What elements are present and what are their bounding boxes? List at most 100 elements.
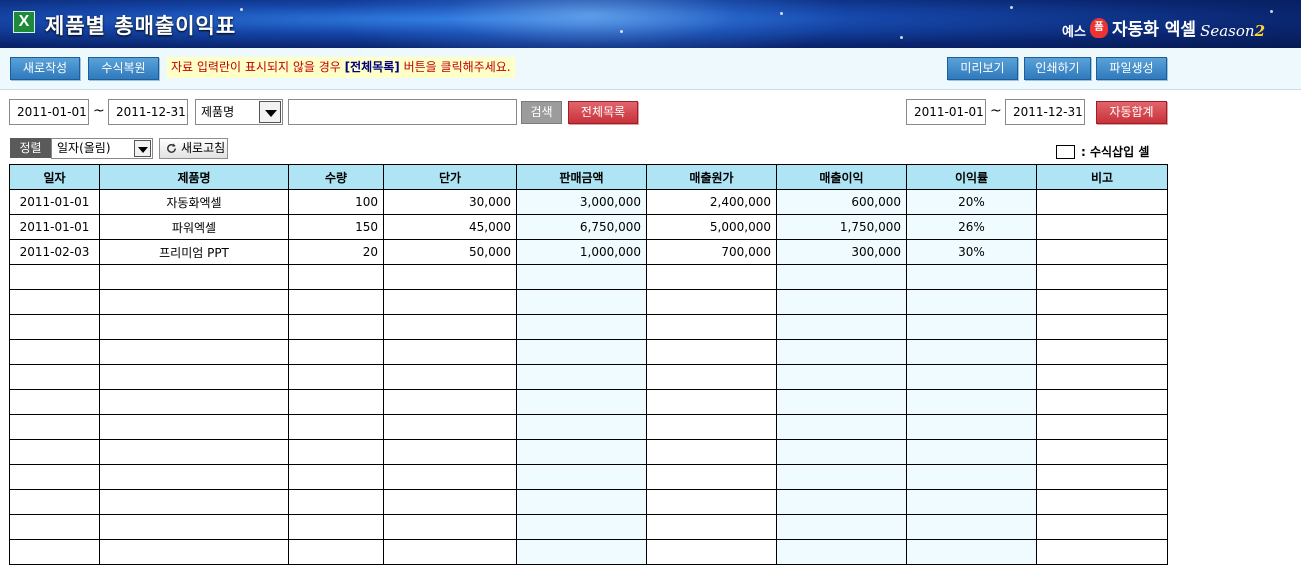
cell-cost[interactable]: [646, 314, 777, 340]
chevron-down-icon[interactable]: [134, 140, 151, 157]
cell-sales-amount[interactable]: [516, 539, 647, 565]
cell-quantity[interactable]: 150: [288, 214, 384, 240]
cell-date[interactable]: [9, 389, 100, 415]
cell-margin[interactable]: [906, 439, 1037, 465]
cell-cost[interactable]: 700,000: [646, 239, 777, 265]
column-header-margin[interactable]: 이익률: [906, 164, 1037, 190]
cell-margin[interactable]: 26%: [906, 214, 1037, 240]
cell-note[interactable]: [1036, 289, 1168, 315]
cell-margin[interactable]: [906, 364, 1037, 390]
cell-date[interactable]: [9, 539, 100, 565]
cell-unit-price[interactable]: [383, 264, 517, 290]
cell-cost[interactable]: [646, 339, 777, 365]
cell-unit-price[interactable]: 45,000: [383, 214, 517, 240]
cell-note[interactable]: [1036, 514, 1168, 540]
cell-product[interactable]: 프리미엄 PPT: [99, 239, 289, 265]
cell-note[interactable]: [1036, 214, 1168, 240]
column-header-quantity[interactable]: 수량: [288, 164, 384, 190]
cell-cost[interactable]: [646, 264, 777, 290]
cell-product[interactable]: [99, 464, 289, 490]
cell-product[interactable]: [99, 489, 289, 515]
cell-product[interactable]: [99, 289, 289, 315]
cell-date[interactable]: 2011-02-03: [9, 239, 100, 265]
cell-quantity[interactable]: [288, 264, 384, 290]
cell-date[interactable]: [9, 514, 100, 540]
cell-quantity[interactable]: [288, 389, 384, 415]
search-input[interactable]: [288, 99, 517, 125]
cell-sales-amount[interactable]: 1,000,000: [516, 239, 647, 265]
cell-quantity[interactable]: 100: [288, 189, 384, 215]
cell-quantity[interactable]: [288, 539, 384, 565]
cell-margin[interactable]: [906, 389, 1037, 415]
cell-cost[interactable]: 5,000,000: [646, 214, 777, 240]
cell-sales-amount[interactable]: [516, 314, 647, 340]
cell-profit[interactable]: [776, 439, 907, 465]
cell-margin[interactable]: [906, 464, 1037, 490]
cell-cost[interactable]: [646, 539, 777, 565]
cell-date[interactable]: [9, 414, 100, 440]
cell-margin[interactable]: [906, 489, 1037, 515]
cell-cost[interactable]: [646, 489, 777, 515]
cell-note[interactable]: [1036, 189, 1168, 215]
cell-quantity[interactable]: [288, 514, 384, 540]
cell-profit[interactable]: 300,000: [776, 239, 907, 265]
cell-note[interactable]: [1036, 364, 1168, 390]
cell-profit[interactable]: [776, 289, 907, 315]
sum-date-to-field[interactable]: 2011-12-31: [1005, 99, 1085, 125]
cell-product[interactable]: [99, 389, 289, 415]
cell-cost[interactable]: [646, 439, 777, 465]
cell-cost[interactable]: [646, 364, 777, 390]
cell-quantity[interactable]: [288, 489, 384, 515]
cell-product[interactable]: [99, 514, 289, 540]
cell-unit-price[interactable]: [383, 439, 517, 465]
cell-date[interactable]: [9, 489, 100, 515]
cell-profit[interactable]: [776, 314, 907, 340]
cell-date[interactable]: [9, 314, 100, 340]
cell-profit[interactable]: [776, 264, 907, 290]
cell-product[interactable]: [99, 264, 289, 290]
preview-button[interactable]: 미리보기: [947, 57, 1018, 80]
column-header-profit[interactable]: 매출이익: [776, 164, 907, 190]
cell-margin[interactable]: [906, 539, 1037, 565]
cell-margin[interactable]: [906, 414, 1037, 440]
cell-sales-amount[interactable]: [516, 464, 647, 490]
cell-unit-price[interactable]: [383, 414, 517, 440]
cell-unit-price[interactable]: 30,000: [383, 189, 517, 215]
cell-date[interactable]: [9, 339, 100, 365]
cell-sales-amount[interactable]: 3,000,000: [516, 189, 647, 215]
cell-sales-amount[interactable]: [516, 264, 647, 290]
cell-quantity[interactable]: [288, 314, 384, 340]
restore-formula-button[interactable]: 수식복원: [88, 57, 159, 80]
date-to-field[interactable]: 2011-12-31: [108, 99, 188, 125]
cell-unit-price[interactable]: [383, 489, 517, 515]
refresh-button[interactable]: 새로고침: [159, 138, 228, 159]
cell-date[interactable]: [9, 464, 100, 490]
cell-profit[interactable]: [776, 539, 907, 565]
cell-sales-amount[interactable]: [516, 514, 647, 540]
cell-unit-price[interactable]: [383, 364, 517, 390]
cell-note[interactable]: [1036, 439, 1168, 465]
cell-margin[interactable]: [906, 314, 1037, 340]
cell-margin[interactable]: 20%: [906, 189, 1037, 215]
cell-quantity[interactable]: [288, 289, 384, 315]
cell-sales-amount[interactable]: [516, 289, 647, 315]
cell-quantity[interactable]: [288, 464, 384, 490]
chevron-down-icon[interactable]: [259, 101, 281, 123]
cell-profit[interactable]: [776, 414, 907, 440]
cell-note[interactable]: [1036, 464, 1168, 490]
cell-unit-price[interactable]: [383, 289, 517, 315]
cell-profit[interactable]: [776, 489, 907, 515]
column-header-cost[interactable]: 매출원가: [646, 164, 777, 190]
cell-margin[interactable]: [906, 289, 1037, 315]
cell-sales-amount[interactable]: [516, 439, 647, 465]
cell-product[interactable]: [99, 314, 289, 340]
cell-product[interactable]: [99, 439, 289, 465]
cell-date[interactable]: 2011-01-01: [9, 214, 100, 240]
cell-profit[interactable]: [776, 389, 907, 415]
cell-margin[interactable]: [906, 264, 1037, 290]
cell-sales-amount[interactable]: [516, 364, 647, 390]
date-from-field[interactable]: 2011-01-01: [9, 99, 89, 125]
cell-sales-amount[interactable]: [516, 339, 647, 365]
search-field-select[interactable]: 제품명: [195, 99, 283, 125]
cell-quantity[interactable]: [288, 364, 384, 390]
